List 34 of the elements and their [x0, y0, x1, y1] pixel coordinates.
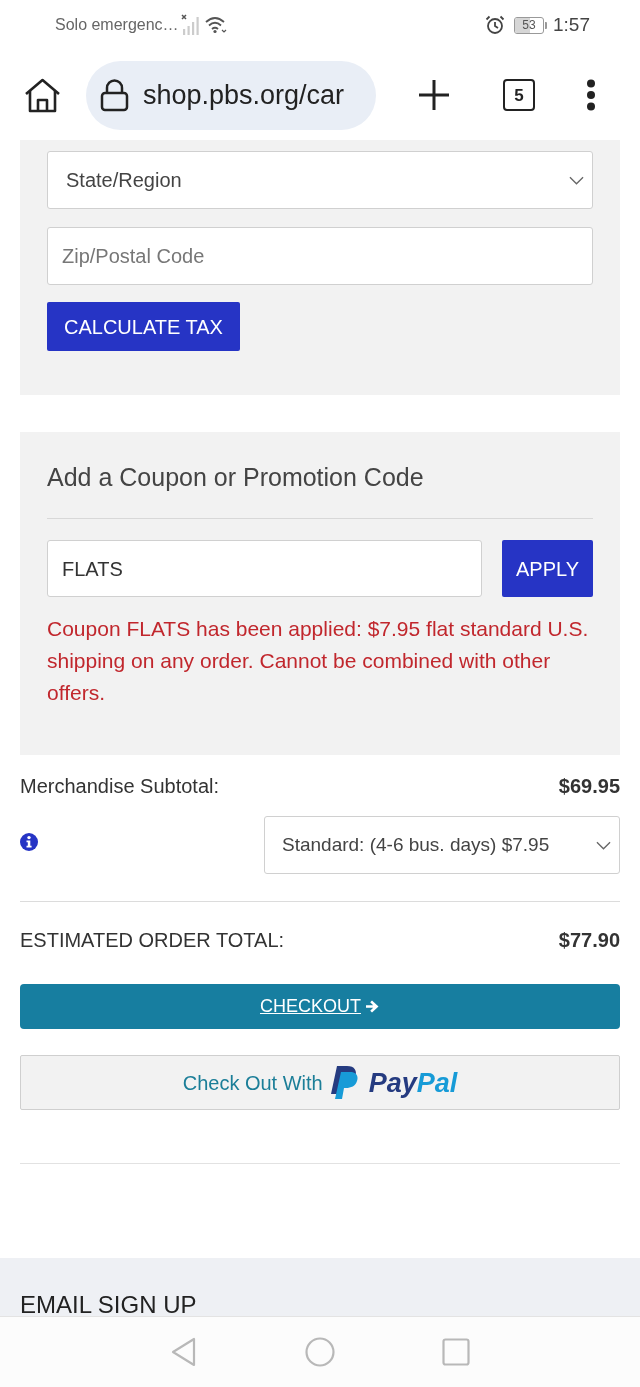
subtotal-label: Merchandise Subtotal: — [20, 774, 219, 799]
no-signal-icon — [180, 14, 201, 36]
order-total-label: ESTIMATED ORDER TOTAL: — [20, 928, 285, 953]
address-bar[interactable]: shop.pbs.org/car — [86, 60, 376, 130]
chevron-down-icon — [569, 175, 584, 185]
home-icon[interactable] — [24, 77, 61, 113]
alarm-clock-icon — [485, 15, 505, 35]
more-menu-icon[interactable] — [586, 79, 596, 111]
lock-icon — [100, 78, 129, 112]
arrow-right-icon — [365, 999, 380, 1014]
info-icon[interactable] — [20, 833, 38, 851]
coupon-applied-message: Coupon FLATS has been applied: $7.95 flat standard U.S. shipping on any order. Cannot be combined with other offers. — [47, 616, 590, 706]
url-text: shop.pbs.org/car — [143, 79, 345, 111]
wifi-icon — [204, 16, 227, 34]
battery-indicator: 53 — [514, 16, 547, 34]
subtotal-value: $69.95 — [558, 774, 620, 799]
state-select[interactable]: State/Region — [47, 151, 593, 209]
zip-code-field[interactable]: Zip/Postal Code — [47, 227, 593, 285]
plus-icon[interactable] — [418, 79, 450, 111]
paypal-wordmark: PayPal — [368, 1066, 458, 1099]
shipping-method-select[interactable]: Standard: (4-6 bus. days) $7.95 — [264, 816, 620, 874]
email-signup-heading: EMAIL SIGN UP — [20, 1293, 198, 1316]
checkout-button[interactable]: CHECKOUT — [20, 984, 620, 1029]
coupon-code-field[interactable]: FLATS — [47, 540, 482, 597]
tab-switcher-button[interactable]: 5 — [503, 79, 535, 111]
coupon-heading: Add a Coupon or Promotion Code — [47, 462, 425, 493]
carrier-text: Solo emergenc… — [55, 15, 179, 35]
paypal-checkout-button[interactable]: Check Out With PayPal — [20, 1055, 620, 1110]
clock-time: 1:57 — [553, 14, 590, 36]
calculate-tax-button[interactable]: CALCULATE TAX — [47, 302, 240, 351]
apply-button[interactable]: APPLY — [502, 540, 593, 597]
logo-icon — [329, 1065, 358, 1100]
order-total-value: $77.90 — [558, 928, 620, 953]
chevron-down-icon — [596, 840, 611, 850]
